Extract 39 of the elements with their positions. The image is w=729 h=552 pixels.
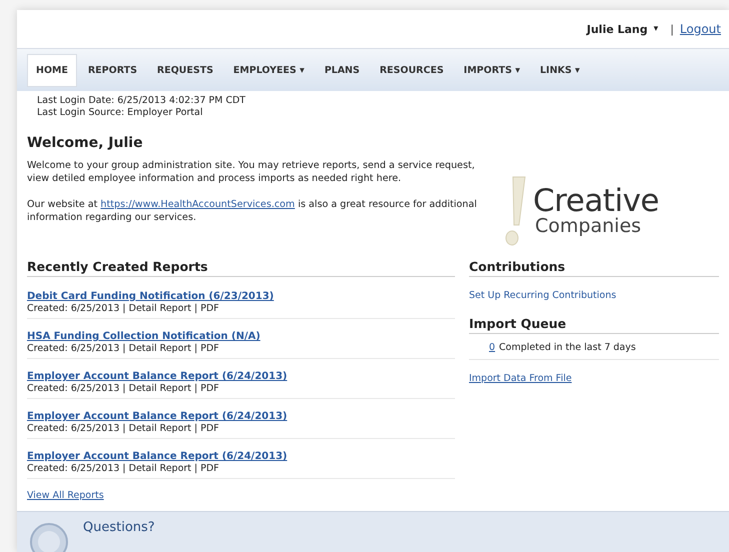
section-title: Contributions: [469, 259, 719, 277]
user-name[interactable]: Julie Lang: [586, 22, 648, 36]
contributions-link[interactable]: Set Up Recurring Contributions: [469, 290, 616, 301]
nav-tab[interactable]: RESOURCES: [370, 54, 453, 86]
report-meta: Created: 6/25/2013 | Detail Report | PDF: [27, 303, 220, 314]
welcome-paragraph: Welcome to your group administration site. You may retrieve reports, send a service request, view detiled employee information and process imports as needed right here.: [27, 159, 476, 185]
nav-tab[interactable]: PLANS: [315, 54, 369, 86]
queue-text: Completed in the last 7 days: [499, 342, 636, 353]
view-all-link[interactable]: View All Reports: [27, 490, 104, 501]
nav-tab[interactable]: IMPORTS ▾: [454, 54, 529, 86]
logout-link[interactable]: Logout: [680, 22, 721, 36]
report-link[interactable]: Employer Account Balance Report (6/24/2013): [27, 371, 288, 382]
report-link[interactable]: Debit Card Funding Notification (6/23/2013): [27, 291, 274, 302]
footer-title: Questions?: [83, 520, 155, 535]
report-meta: Created: 6/25/2013 | Detail Report | PDF: [27, 463, 220, 474]
nav-tab[interactable]: REPORTS: [78, 54, 146, 86]
nav-tab[interactable]: EMPLOYEES ▾: [224, 54, 314, 86]
nav-tab[interactable]: LINKS ▾: [531, 54, 589, 86]
report-link[interactable]: Employer Account Balance Report (6/24/2013): [27, 411, 288, 422]
report-meta: Created: 6/25/2013 | Detail Report | PDF: [27, 383, 220, 394]
report-link[interactable]: Employer Account Balance Report (6/24/2013): [27, 451, 288, 462]
report-meta: Created: 6/25/2013 | Detail Report | PDF: [27, 423, 220, 434]
logo-text: Companies: [535, 217, 642, 236]
separator: |: [670, 22, 674, 36]
caret-icon[interactable]: ▾: [654, 24, 658, 34]
logo-text: Creative: [533, 186, 659, 217]
section-title: Import Queue: [469, 316, 719, 334]
website-link[interactable]: https://www.HealthAccountServices.com: [100, 199, 295, 210]
import-link[interactable]: Import Data From File: [469, 373, 572, 384]
nav-tab[interactable]: HOME: [27, 54, 77, 86]
login-info: Last Login Source: Employer Portal: [36, 107, 204, 119]
nav-tab[interactable]: REQUESTS: [148, 54, 222, 86]
website-paragraph: Our website at https://www.HealthAccountServices.com is also a great resource for additional information regarding our services.: [27, 198, 477, 224]
count-link[interactable]: 0: [489, 342, 496, 353]
report-meta: Created: 6/25/2013 | Detail Report | PDF: [27, 343, 220, 354]
report-link[interactable]: HSA Funding Collection Notification (N/A): [27, 331, 260, 342]
welcome-title: Welcome, Julie: [27, 135, 144, 151]
section-title: Recently Created Reports: [27, 259, 455, 277]
login-info: Last Login Date: 6/25/2013 4:02:37 PM CDT: [36, 95, 246, 107]
